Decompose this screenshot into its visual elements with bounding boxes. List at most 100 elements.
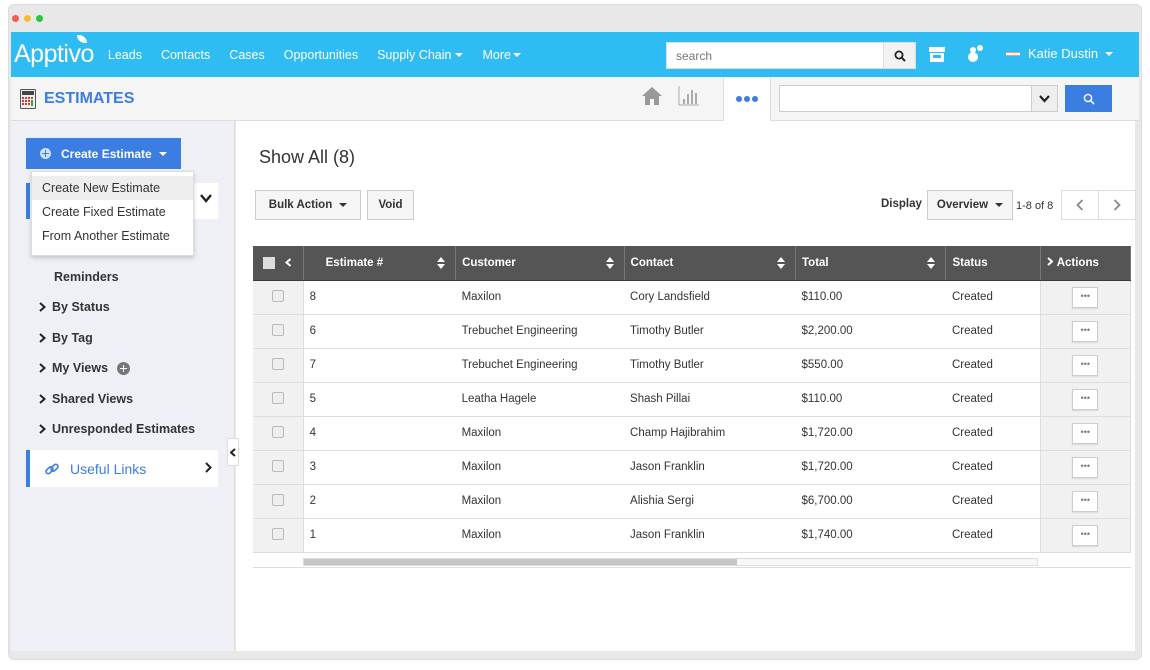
table-row[interactable]: 4 Maxilon Champ Hajibrahim $1,720.00 Cre…	[253, 416, 1132, 451]
row-actions-button[interactable]: •••	[1072, 354, 1099, 376]
home-icon[interactable]	[641, 86, 663, 111]
nav-contacts[interactable]: Contacts	[161, 48, 210, 62]
app-search-dropdown[interactable]	[1031, 86, 1057, 111]
row-checkbox[interactable]	[271, 459, 284, 472]
create-estimate-button[interactable]: Create Estimate	[26, 138, 181, 169]
row-checkbox[interactable]	[271, 527, 284, 540]
column-total[interactable]: Total	[795, 246, 947, 281]
search-icon	[1083, 93, 1095, 105]
global-search-input[interactable]	[667, 43, 883, 68]
customer-cell[interactable]: Trebuchet Engineering	[455, 314, 625, 349]
table-row[interactable]: 6 Trebuchet Engineering Timothy Butler $…	[253, 314, 1132, 349]
estimate-number-cell[interactable]: 6	[303, 314, 456, 349]
global-search-button[interactable]	[883, 43, 915, 68]
column-status[interactable]: Status	[945, 246, 1041, 281]
row-checkbox[interactable]	[271, 357, 284, 370]
menu-item-create-fixed-estimate[interactable]: Create Fixed Estimate	[32, 200, 193, 224]
column-estimate-number[interactable]: Estimate #	[303, 246, 457, 281]
bar-chart-icon[interactable]	[678, 85, 700, 112]
nav-supply-chain[interactable]: Supply Chain	[377, 48, 464, 62]
row-checkbox[interactable]	[271, 493, 284, 506]
contact-cell[interactable]: Alishia Sergi	[624, 484, 796, 519]
sidebar-item-reminders[interactable]: Reminders	[54, 270, 119, 284]
useful-links[interactable]: Useful Links	[26, 450, 218, 487]
sidebar-item-my-views[interactable]: My Views	[39, 361, 131, 375]
row-checkbox[interactable]	[271, 289, 284, 302]
row-checkbox[interactable]	[271, 323, 284, 336]
user-add-icon[interactable]	[966, 44, 984, 69]
estimate-number-cell[interactable]: 3	[303, 450, 456, 485]
table-row[interactable]: 3 Maxilon Jason Franklin $1,720.00 Creat…	[253, 450, 1132, 485]
menu-item-create-new-estimate[interactable]: Create New Estimate	[32, 176, 193, 200]
contact-cell[interactable]: Cory Landsfield	[624, 280, 796, 315]
row-actions-button[interactable]: •••	[1072, 524, 1099, 546]
user-menu[interactable]: Katie Dustin	[1006, 46, 1114, 61]
table-row[interactable]: 2 Maxilon Alishia Sergi $6,700.00 Create…	[253, 484, 1132, 519]
bulk-action-button[interactable]: Bulk Action	[255, 190, 361, 220]
row-checkbox[interactable]	[271, 425, 284, 438]
nav-leads[interactable]: Leads	[108, 48, 142, 62]
minimize-window-button[interactable]	[24, 15, 31, 22]
row-checkbox[interactable]	[271, 391, 284, 404]
sidebar-item-by-status[interactable]: By Status	[39, 300, 110, 314]
row-actions-button[interactable]: •••	[1072, 456, 1099, 478]
display-select[interactable]: Overview	[927, 190, 1013, 220]
previous-page-button[interactable]	[1061, 190, 1099, 220]
customer-cell[interactable]: Maxilon	[455, 416, 625, 451]
customer-cell[interactable]: Trebuchet Engineering	[455, 348, 625, 383]
table-row[interactable]: 7 Trebuchet Engineering Timothy Butler $…	[253, 348, 1132, 383]
horizontal-scrollbar[interactable]	[303, 558, 1038, 566]
sidebar-item-unresponded-estimates[interactable]: Unresponded Estimates	[39, 422, 195, 436]
close-window-button[interactable]	[12, 15, 19, 22]
sidebar-item-by-tag[interactable]: By Tag	[39, 331, 93, 345]
contact-cell[interactable]: Timothy Butler	[624, 348, 796, 383]
estimate-number-cell[interactable]: 7	[303, 348, 456, 383]
contact-cell[interactable]: Jason Franklin	[624, 518, 796, 553]
customer-cell[interactable]: Maxilon	[455, 450, 625, 485]
customer-cell[interactable]: Maxilon	[455, 484, 625, 519]
customer-cell[interactable]: Maxilon	[455, 518, 625, 553]
contact-cell[interactable]: Jason Franklin	[624, 450, 796, 485]
add-view-icon[interactable]	[117, 361, 131, 375]
app-title[interactable]: ESTIMATES	[20, 89, 134, 109]
estimate-number-cell[interactable]: 1	[303, 518, 456, 553]
row-actions-button[interactable]: •••	[1072, 490, 1099, 512]
status-cell: Created	[945, 348, 1041, 383]
estimate-number-cell[interactable]: 4	[303, 416, 456, 451]
column-contact[interactable]: Contact	[624, 246, 797, 281]
void-button[interactable]: Void	[367, 190, 414, 220]
customer-cell[interactable]: Maxilon	[455, 280, 625, 315]
select-all-checkbox[interactable]	[263, 256, 276, 269]
contact-cell[interactable]: Champ Hajibrahim	[624, 416, 796, 451]
estimate-number-cell[interactable]: 8	[303, 280, 456, 315]
apptivo-logo[interactable]: Apptivo	[14, 35, 94, 69]
table-row[interactable]: 1 Maxilon Jason Franklin $1,740.00 Creat…	[253, 518, 1132, 553]
table-row[interactable]: 5 Leatha Hagele Shash Pillai $110.00 Cre…	[253, 382, 1132, 417]
customer-cell[interactable]: Leatha Hagele	[455, 382, 625, 417]
collapse-sidebar-button[interactable]	[227, 438, 239, 466]
contact-cell[interactable]: Timothy Butler	[624, 314, 796, 349]
app-search-button[interactable]	[1065, 85, 1112, 112]
column-actions[interactable]: Actions	[1040, 246, 1132, 281]
scrollbar-thumb[interactable]	[304, 559, 737, 565]
maximize-window-button[interactable]	[36, 15, 43, 22]
nav-more[interactable]: More	[482, 48, 521, 62]
row-actions-button[interactable]: •••	[1072, 422, 1099, 444]
nav-cases[interactable]: Cases	[229, 48, 264, 62]
row-actions-button[interactable]: •••	[1072, 286, 1099, 308]
row-actions-button[interactable]: •••	[1072, 388, 1099, 410]
more-dots-icon[interactable]	[723, 77, 771, 121]
estimate-number-cell[interactable]: 2	[303, 484, 456, 519]
sidebar-item-shared-views[interactable]: Shared Views	[39, 392, 133, 406]
estimate-number-cell[interactable]: 5	[303, 382, 456, 417]
store-icon[interactable]	[928, 45, 946, 68]
column-customer[interactable]: Customer	[455, 246, 625, 281]
menu-item-from-another-estimate[interactable]: From Another Estimate	[32, 224, 193, 248]
app-search-input[interactable]	[780, 86, 1031, 111]
chevron-left-icon[interactable]	[285, 257, 292, 268]
contact-cell[interactable]: Shash Pillai	[624, 382, 796, 417]
next-page-button[interactable]	[1098, 190, 1136, 220]
nav-opportunities[interactable]: Opportunities	[284, 48, 358, 62]
table-row[interactable]: 8 Maxilon Cory Landsfield $110.00 Create…	[253, 280, 1132, 315]
row-actions-button[interactable]: •••	[1072, 320, 1099, 342]
